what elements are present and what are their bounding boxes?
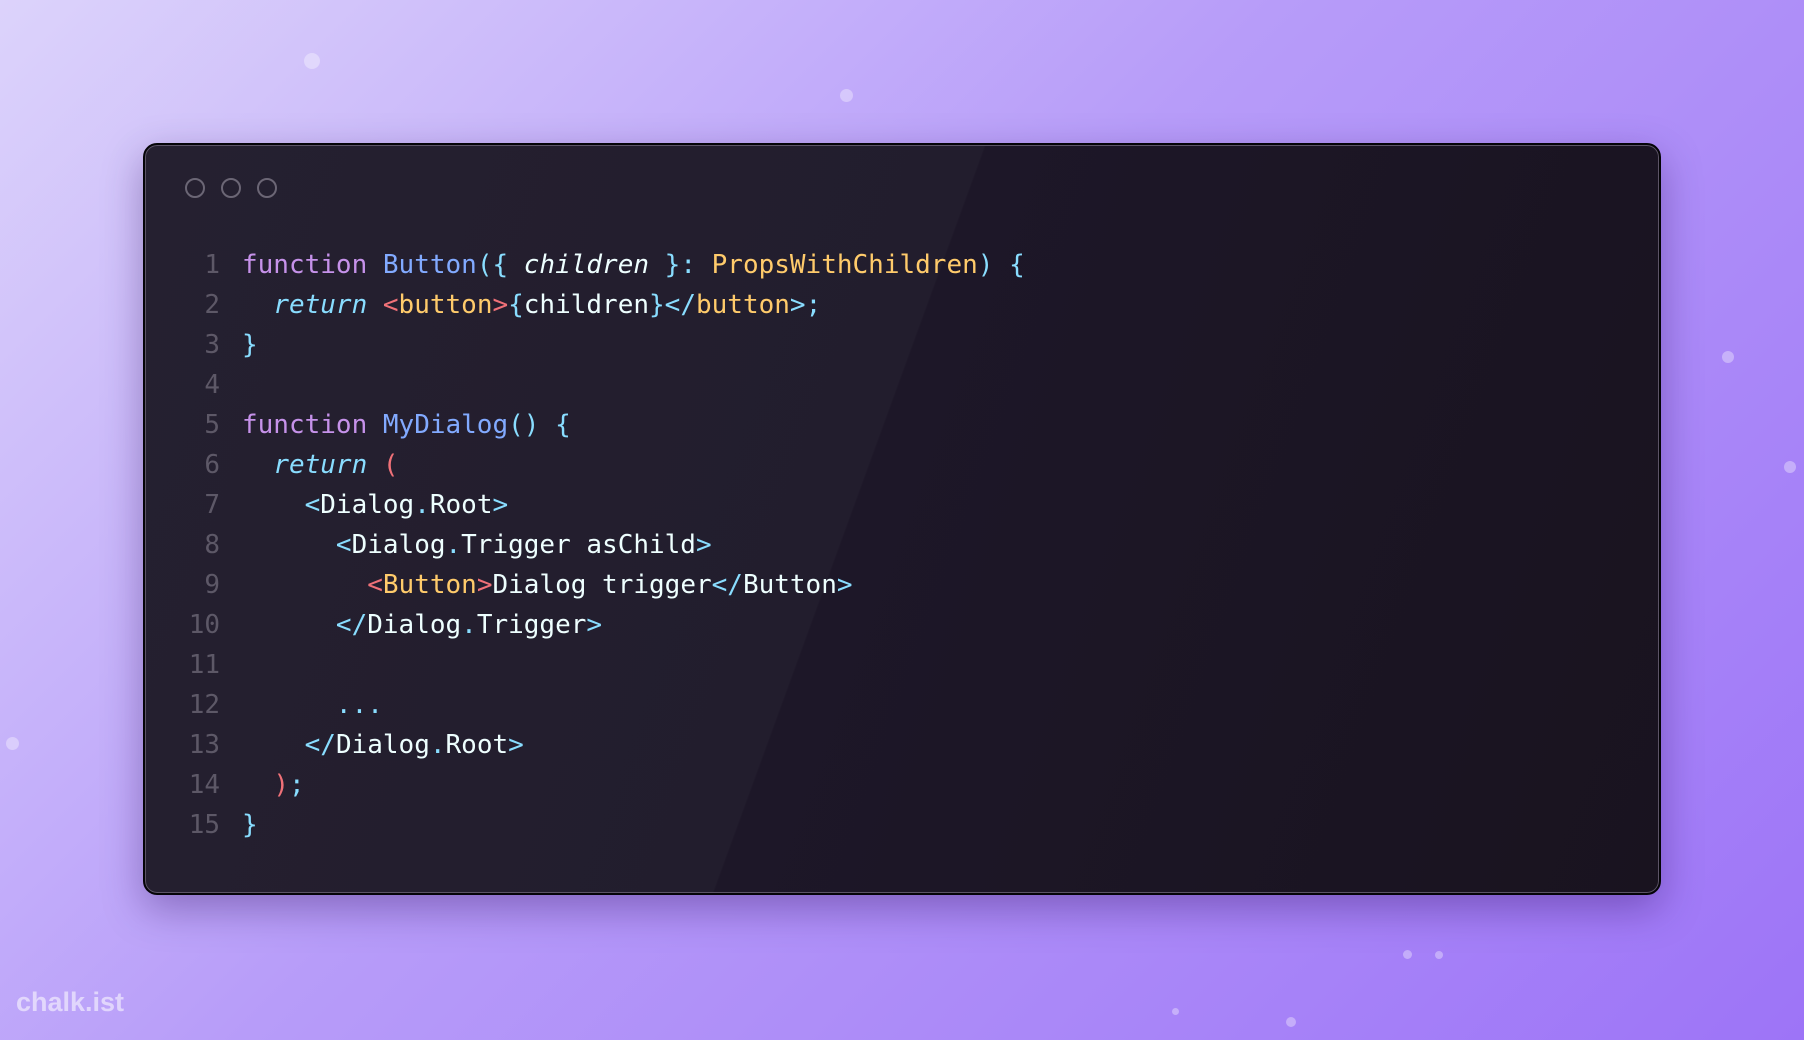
code-text: <Dialog.Trigger asChild> [335, 530, 712, 560]
code-line: 15} [145, 805, 1659, 845]
code-line: 14 ); [145, 765, 1659, 805]
code-text: return ( [273, 450, 399, 480]
code-text: function MyDialog() { [242, 410, 571, 440]
code-text: </Dialog.Trigger> [335, 610, 603, 640]
line-number: 11 [188, 650, 220, 680]
code-text: } [242, 330, 258, 360]
line-number: 10 [188, 610, 220, 640]
background-sparkle [1435, 951, 1443, 959]
background-sparkle [1722, 351, 1734, 363]
code-line: 5 function MyDialog() { [145, 405, 1659, 445]
code-line: 3} [145, 325, 1659, 365]
line-number: 1 [204, 250, 220, 280]
line-number: 7 [204, 490, 220, 520]
code-text: <Button>Dialog trigger</Button> [367, 570, 853, 600]
code-text: } [242, 810, 258, 840]
watermark: chalk.ist [16, 987, 125, 1017]
line-number: 4 [204, 370, 220, 400]
line-number: 13 [188, 730, 220, 760]
code-block[interactable]: 1 function Button({ children }: PropsWith… [145, 245, 1659, 845]
line-number: 15 [188, 810, 220, 840]
background-sparkle [840, 89, 853, 102]
background-sparkle [1784, 461, 1796, 473]
close-light-icon[interactable] [185, 178, 205, 198]
code-text: function Button({ children }: PropsWithC… [242, 250, 1025, 280]
line-number: 12 [188, 690, 220, 720]
line-number: 8 [204, 530, 220, 560]
code-line: 4 [145, 365, 1659, 405]
line-number: 5 [204, 410, 220, 440]
code-line: 7 <Dialog.Root> [145, 485, 1659, 525]
background-sparkle [1172, 1008, 1179, 1015]
code-window: 1 function Button({ children }: PropsWith… [143, 143, 1661, 895]
background-sparkle [6, 737, 19, 750]
background-sparkle [1403, 950, 1412, 959]
code-line: 6 return ( [145, 445, 1659, 485]
background-sparkle [1286, 1017, 1296, 1027]
code-line: 12 ... [145, 685, 1659, 725]
code-line: 1 function Button({ children }: PropsWith… [145, 245, 1659, 285]
code-line: 13 </Dialog.Root> [145, 725, 1659, 765]
maximize-light-icon[interactable] [257, 178, 277, 198]
code-line: 11 [145, 645, 1659, 685]
line-number: 9 [204, 570, 220, 600]
code-text: </Dialog.Root> [304, 730, 524, 760]
line-number: 2 [204, 290, 220, 320]
code-line: 2 return <button>{children}</button>; [145, 285, 1659, 325]
line-number: 14 [188, 770, 220, 800]
line-number: 6 [204, 450, 220, 480]
line-number: 3 [204, 330, 220, 360]
code-text: <Dialog.Root> [304, 490, 509, 520]
background-sparkle [304, 53, 320, 69]
minimize-light-icon[interactable] [221, 178, 241, 198]
code-line: 9 <Button>Dialog trigger</Button> [145, 565, 1659, 605]
window-controls [185, 178, 277, 198]
code-line: 8 <Dialog.Trigger asChild> [145, 525, 1659, 565]
code-text: ... [335, 690, 383, 720]
code-line: 10 </Dialog.Trigger> [145, 605, 1659, 645]
code-text: ); [273, 770, 305, 800]
code-text: return <button>{children}</button>; [273, 290, 822, 320]
